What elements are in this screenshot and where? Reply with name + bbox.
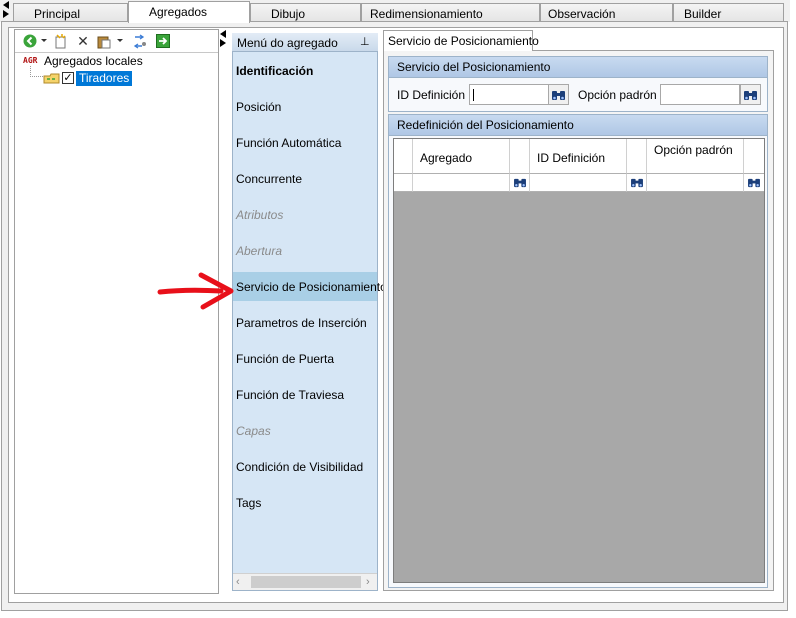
binoculars-icon[interactable]	[744, 174, 764, 192]
menu-item-funcion-automatica[interactable]: Función Automática	[236, 136, 341, 150]
id-definicion-input[interactable]	[469, 84, 549, 105]
redefinition-grid[interactable]: Agregado ID Definición Opción padrón	[393, 138, 765, 583]
menu-item-atributos: Atributos	[236, 208, 284, 222]
column-header-label: Opción padrón	[654, 143, 733, 157]
tree-panel	[14, 29, 219, 594]
red-arrow-icon	[157, 272, 234, 310]
tree-item-tiradores[interactable]: Tiradores	[76, 71, 133, 86]
back-dropdown-icon[interactable]	[41, 39, 47, 42]
group-title: Servicio del Posicionamiento	[389, 57, 767, 78]
tab-label: Redimensionamiento	[370, 7, 483, 21]
column-header-label: Agregado	[420, 151, 473, 165]
row-header-corner	[394, 139, 413, 174]
menu-item-funcion-puerta[interactable]: Función de Puerta	[236, 352, 334, 366]
menu-item-posicion[interactable]: Posición	[236, 100, 281, 114]
cell-id-definicion[interactable]	[530, 174, 627, 192]
column-header-blank	[510, 139, 530, 174]
cell-opcion-padron[interactable]	[647, 174, 744, 192]
tab-label: Principal	[34, 7, 81, 21]
binoculars-icon[interactable]	[740, 84, 761, 105]
scrollbar-thumb[interactable]	[251, 576, 361, 588]
tab-principal[interactable]: Principal	[13, 3, 128, 22]
row-header[interactable]	[394, 174, 413, 192]
tree-root-label[interactable]: Agregados locales	[44, 54, 143, 68]
tab-label: Agregados	[149, 5, 208, 19]
menu-item-concurrente[interactable]: Concurrente	[236, 172, 302, 186]
delete-icon[interactable]: ✕	[75, 33, 91, 49]
binoculars-icon[interactable]	[548, 84, 569, 105]
tab-builder[interactable]: Builder	[673, 3, 784, 22]
menu-item-identificacion[interactable]: Identificación	[236, 64, 313, 78]
toolbar-divider	[15, 52, 218, 53]
tab-observacion[interactable]: Observación	[540, 3, 673, 22]
tree-toolbar: ✕	[19, 30, 219, 52]
id-definicion-label: ID Definición	[397, 88, 466, 102]
tab-label: Observación	[548, 7, 616, 21]
tab-scroll-right-icon[interactable]	[3, 10, 9, 18]
column-header-opcion-padron[interactable]: Opción padrón	[647, 139, 744, 174]
menu-item-abertura: Abertura	[236, 244, 283, 258]
tab-agregados[interactable]: Agregados	[128, 1, 250, 23]
pin-icon[interactable]: ⊥	[360, 35, 370, 48]
collapse-left-icon[interactable]	[220, 30, 226, 38]
back-circle-icon[interactable]	[22, 33, 38, 49]
opcion-padron-label: Opción padrón	[578, 88, 657, 102]
scroll-right-icon[interactable]: ›	[366, 576, 370, 588]
tree-connector-line	[30, 66, 44, 77]
column-header-blank	[744, 139, 764, 174]
menu-item-capas: Capas	[236, 424, 271, 438]
menu-item-condicion-visibilidad[interactable]: Condición de Visibilidad	[236, 460, 363, 474]
paste-icon[interactable]	[96, 33, 112, 49]
group-title: Redefinición del Posicionamiento	[389, 115, 767, 136]
column-header-label: ID Definición	[537, 151, 606, 165]
menu-horizontal-scrollbar[interactable]: ‹ ›	[233, 573, 377, 590]
refresh-icon[interactable]	[131, 33, 147, 49]
folder-icon	[43, 72, 61, 84]
column-header-agregado[interactable]: Agregado	[413, 139, 510, 174]
tab-servicio-posicionamiento[interactable]: Servicio de Posicionamiento	[383, 30, 539, 51]
menu-header-title: Menú do agregado	[237, 36, 338, 50]
opcion-padron-input[interactable]	[660, 84, 740, 105]
menu-item-funcion-traviesa[interactable]: Función de Traviesa	[236, 388, 344, 402]
tab-label: Dibujo	[271, 7, 306, 21]
tab-label: Builder	[684, 7, 722, 21]
tab-strip: Principal Agregados Dibujo Redimensionam…	[0, 0, 790, 23]
menu-header: Menú do agregado ⊥	[232, 33, 378, 52]
scroll-left-icon[interactable]: ‹	[236, 576, 240, 588]
menu-item-tags[interactable]: Tags	[236, 496, 261, 510]
expand-right-icon[interactable]	[220, 39, 226, 47]
export-icon[interactable]	[155, 33, 171, 49]
text-cursor	[473, 89, 474, 101]
column-header-id-definicion[interactable]: ID Definición	[530, 139, 627, 174]
tiradores-checkbox[interactable]: ✓	[62, 72, 74, 84]
tab-dibujo[interactable]: Dibujo	[250, 3, 361, 22]
cell-agregado[interactable]	[413, 174, 510, 192]
column-header-blank	[627, 139, 647, 174]
agr-icon: AGR	[23, 56, 38, 65]
binoculars-icon[interactable]	[627, 174, 647, 192]
binoculars-icon[interactable]	[510, 174, 530, 192]
tab-redimensionamiento[interactable]: Redimensionamiento	[361, 3, 540, 22]
menu-item-parametros-insercion[interactable]: Parametros de Inserción	[236, 316, 367, 330]
new-item-icon[interactable]	[53, 33, 69, 49]
menu-item-servicio-posicionamiento[interactable]: Servicio de Posicionamiento	[236, 280, 387, 294]
paste-dropdown-icon[interactable]	[117, 39, 123, 42]
tab-label: Servicio de Posicionamiento	[388, 34, 539, 48]
tab-scroll-left-icon[interactable]	[3, 1, 9, 9]
